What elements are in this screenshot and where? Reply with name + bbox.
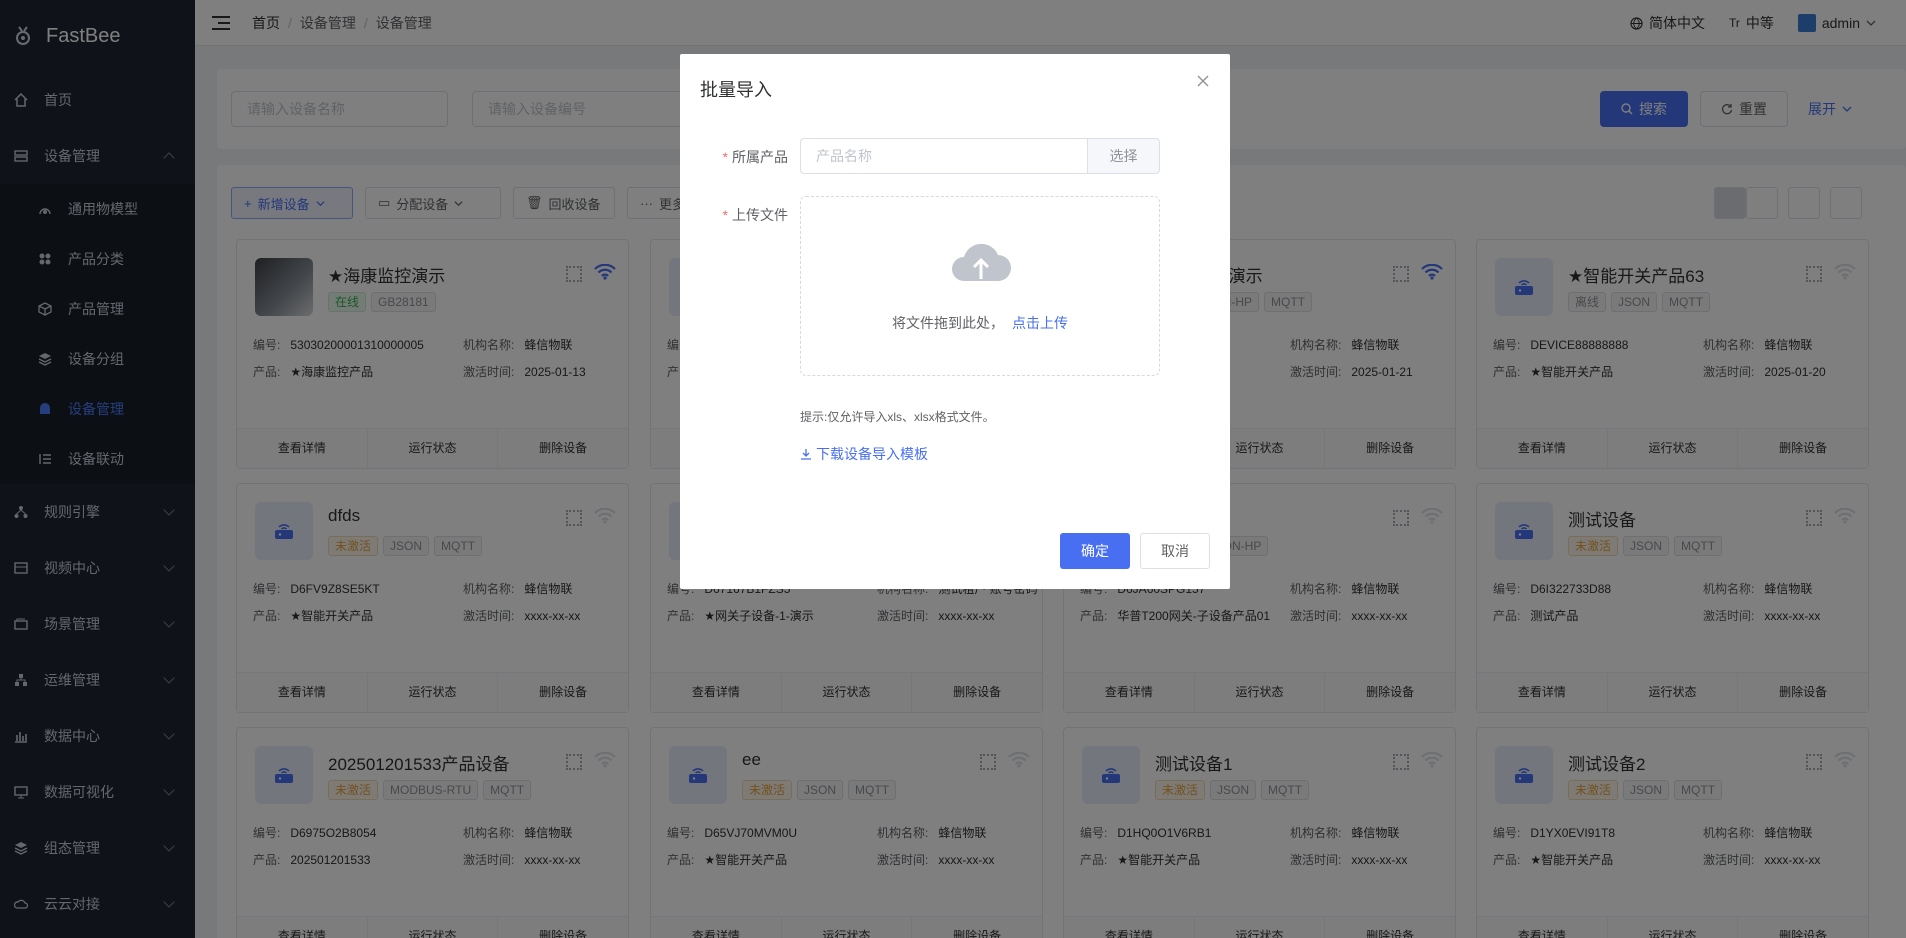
product-field-label: * 所属产品: [722, 149, 788, 165]
close-icon[interactable]: [1196, 74, 1210, 88]
select-product-button[interactable]: 选择: [1088, 138, 1160, 174]
file-label-text: 上传文件: [732, 207, 788, 223]
product-name-input[interactable]: 产品名称: [800, 138, 1088, 174]
format-tip: 提示:仅允许导入xls、xlsx格式文件。: [800, 410, 995, 424]
product-label-text: 所属产品: [732, 149, 788, 165]
click-upload-link[interactable]: 点击上传: [1012, 315, 1068, 331]
download-template-label: 下载设备导入模板: [816, 446, 928, 462]
cancel-button[interactable]: 取消: [1140, 533, 1210, 569]
batch-import-dialog: 批量导入 * 所属产品 产品名称 选择 * 上传文件 将文件拖到此处， 点击上传 提示…: [680, 54, 1230, 589]
confirm-button[interactable]: 确定: [1060, 533, 1130, 569]
cloud-upload-icon: [952, 243, 1011, 281]
dialog-title: 批量导入: [700, 80, 772, 100]
file-upload-dropzone[interactable]: 将文件拖到此处， 点击上传: [800, 196, 1160, 376]
drag-hint: 将文件拖到此处，: [892, 315, 1004, 331]
download-icon: [801, 449, 811, 460]
download-template-link[interactable]: 下载设备导入模板: [800, 444, 928, 464]
file-field-label: * 上传文件: [722, 207, 788, 223]
